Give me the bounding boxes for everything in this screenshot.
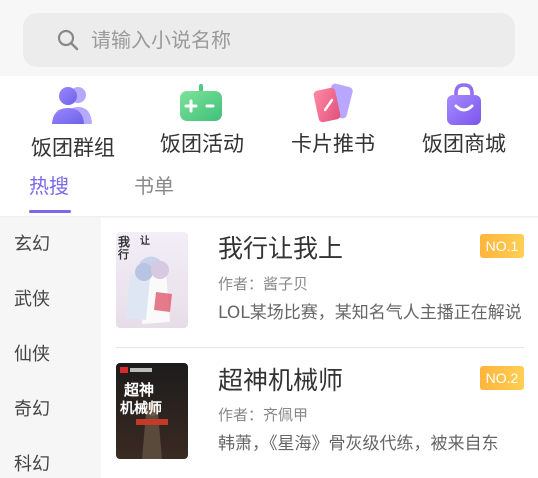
row-divider: [116, 347, 524, 348]
book-cover[interactable]: 我 行 让: [116, 232, 188, 328]
search-area: 请输入小说名称: [0, 0, 538, 76]
cards-icon: [313, 83, 353, 123]
category-sidebar: 玄幻 武侠 仙侠 奇幻 科幻: [0, 218, 101, 478]
book-author: 作者：齐佩甲: [218, 406, 309, 424]
book-title[interactable]: 我行让我上: [218, 233, 343, 265]
svg-text:让: 让: [140, 234, 150, 247]
nav-label-activity: 饭团活动: [160, 132, 244, 156]
book-cover[interactable]: 超神 机械师: [116, 363, 188, 459]
tab-bar: 热搜 书单: [0, 161, 538, 216]
search-placeholder: 请输入小说名称: [91, 28, 231, 52]
tab-booklist[interactable]: 书单: [134, 173, 174, 199]
nav-label-cards: 卡片推书: [291, 132, 375, 156]
gamepad-icon: [180, 84, 222, 121]
category-item[interactable]: 奇幻: [14, 398, 50, 422]
book-cover-art: 超神 机械师: [116, 363, 188, 459]
book-title[interactable]: 超神机械师: [218, 365, 343, 397]
book-item[interactable]: 我 行 让 我行让我上 NO.1 作者：酱子贝 LOL某场比赛，某知名气人主播正…: [101, 218, 538, 348]
active-tab-indicator: [29, 210, 71, 213]
category-item[interactable]: 武侠: [14, 288, 50, 312]
svg-text:我: 我: [118, 234, 130, 249]
category-item[interactable]: 科幻: [14, 453, 50, 477]
shopping-bag-icon: [447, 83, 481, 125]
quick-nav: 饭团群组 饭团活动 卡片推书 饭团商城: [0, 76, 538, 161]
book-cover-art: 我 行 让: [116, 232, 188, 328]
book-item[interactable]: 超神 机械师 超神机械师 NO.2 作者：齐佩甲 韩萧，《星海》骨灰级代练，被来…: [101, 350, 538, 472]
svg-text:超神: 超神: [123, 381, 154, 399]
search-input[interactable]: 请输入小说名称: [23, 13, 515, 67]
book-list: 我 行 让 我行让我上 NO.1 作者：酱子贝 LOL某场比赛，某知名气人主播正…: [101, 218, 538, 478]
nav-label-group: 饭团群组: [31, 136, 115, 160]
book-description: 韩萧，《星海》骨灰级代练，被来自东: [218, 434, 499, 454]
svg-text:行: 行: [117, 247, 129, 261]
svg-text:机械师: 机械师: [120, 400, 162, 417]
group-icon: [52, 87, 92, 124]
search-icon: [57, 29, 79, 51]
category-item[interactable]: 仙侠: [14, 343, 50, 367]
tab-hot-search[interactable]: 热搜: [29, 173, 69, 199]
rank-badge: NO.1: [480, 234, 524, 258]
book-author: 作者：酱子贝: [218, 275, 309, 293]
book-description: LOL某场比赛，某知名气人主播正在解说: [218, 303, 522, 323]
category-item[interactable]: 玄幻: [14, 233, 50, 257]
nav-label-shop: 饭团商城: [422, 132, 506, 156]
rank-badge: NO.2: [480, 366, 524, 390]
